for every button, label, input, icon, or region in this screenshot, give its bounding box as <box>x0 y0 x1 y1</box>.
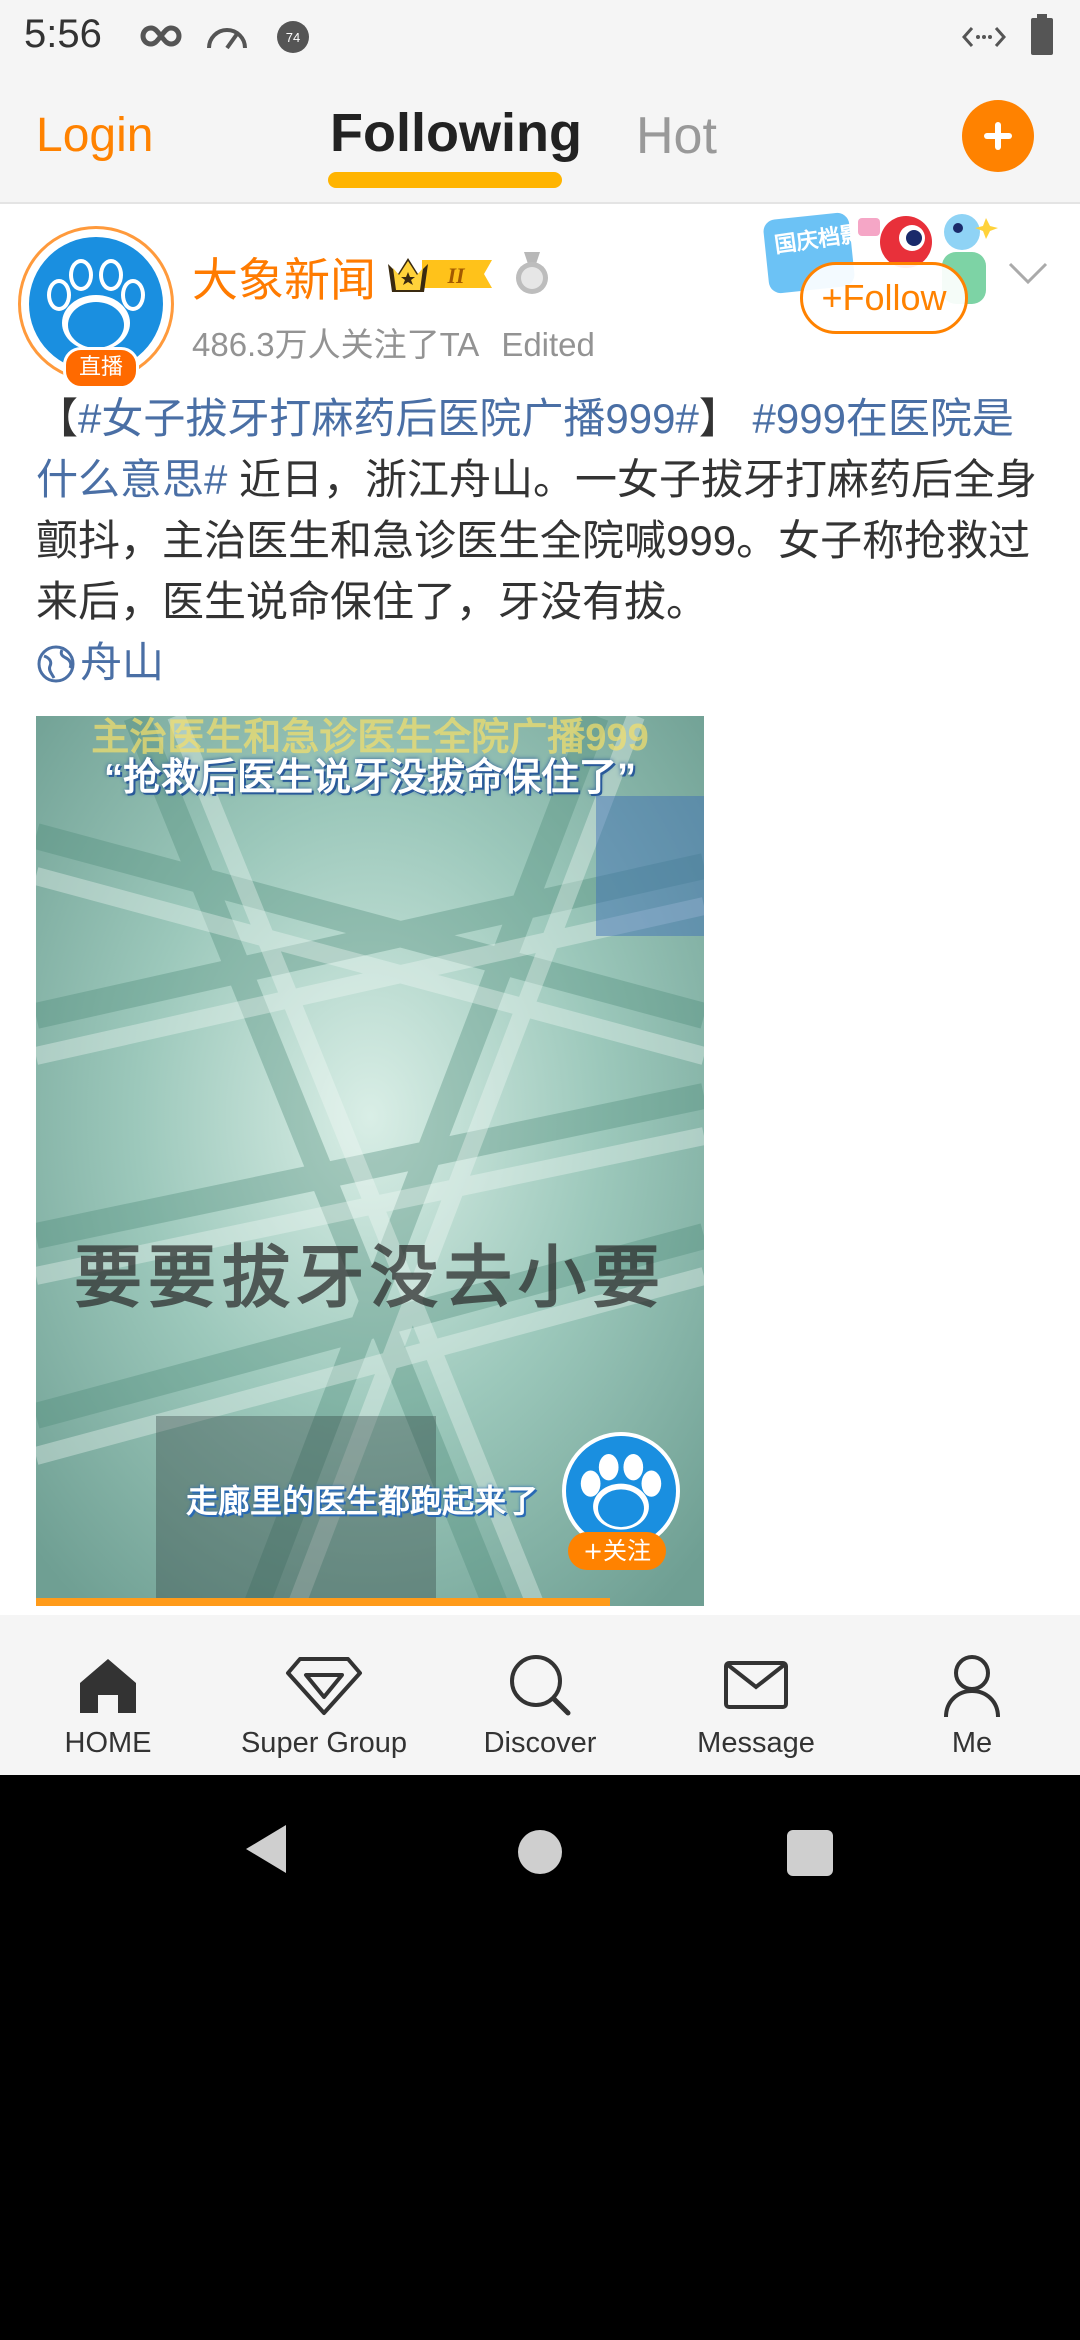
hashtag-link[interactable]: #女子拔牙打麻药后医院广播999# <box>78 395 699 442</box>
edited-label: Edited <box>501 326 595 363</box>
diamond-icon <box>286 1657 362 1715</box>
video-caption-middle: 要要拔牙没去小要 <box>73 1240 666 1316</box>
nav-label: Super Group <box>240 1727 408 1759</box>
status-time: 5:56 <box>24 12 102 56</box>
back-triangle-icon[interactable] <box>244 1823 288 1875</box>
recents-square-button[interactable] <box>787 1830 833 1876</box>
home-circle-button[interactable] <box>518 1830 562 1874</box>
author-meta: 486.3万人关注了TA Edited <box>192 318 595 366</box>
compose-plus-button[interactable] <box>962 100 1034 172</box>
notification-74-icon: 74 <box>277 21 309 53</box>
tab-following[interactable]: Following <box>330 102 582 164</box>
home-icon <box>80 1659 136 1713</box>
nav-label: Me <box>951 1727 993 1759</box>
video-follow-badge[interactable]: +关注 <box>568 1532 666 1570</box>
active-tab-indicator <box>328 172 562 188</box>
svg-text:II: II <box>446 263 466 288</box>
post-content: 【#女子拔牙打麻药后医院广播999#】 #999在医院是什么意思# 近日，浙江舟… <box>36 388 1046 693</box>
speedometer-icon <box>207 28 247 50</box>
app-screen: 5:56 74 Login Following Hot 直播 大象新闻 II 4… <box>0 0 1080 1775</box>
author-avatar[interactable]: 直播 <box>18 226 174 389</box>
video-caption-quote: “抢救后医生说牙没拔命保住了” <box>103 757 636 799</box>
video-player[interactable]: 主治医生和急诊医生全院广播999 “抢救后医生说牙没拔命保住了” 要要拔牙没去小… <box>36 716 704 1606</box>
nav-label: Discover <box>483 1727 597 1759</box>
svg-text:74: 74 <box>286 30 300 45</box>
close-bracket: 】 <box>698 395 741 442</box>
nav-message[interactable]: Message <box>648 1615 864 1775</box>
code-arrows-icon <box>962 27 1006 47</box>
video-progress-bar[interactable] <box>36 1598 611 1606</box>
bottom-navigation: HOME Super Group Discover Message Me <box>0 1615 1080 1775</box>
nav-label: Message <box>697 1727 815 1759</box>
follow-button[interactable]: +Follow <box>800 262 968 334</box>
location-globe-icon <box>37 645 75 683</box>
search-icon <box>510 1655 571 1716</box>
medal-icon <box>516 252 548 294</box>
nav-me[interactable]: Me <box>864 1615 1080 1775</box>
battery-icon <box>1031 14 1053 55</box>
login-link[interactable]: Login <box>36 108 153 163</box>
nav-label: HOME <box>64 1727 152 1759</box>
vip-crown-badge-icon: II <box>388 258 492 292</box>
live-badge: 直播 <box>63 347 139 389</box>
location-link[interactable]: 舟山 <box>36 639 164 686</box>
nav-super-group[interactable]: Super Group <box>216 1615 432 1775</box>
open-bracket: 【 <box>36 395 79 442</box>
status-bar: 5:56 74 <box>0 0 1080 72</box>
nav-home[interactable]: HOME <box>0 1615 216 1775</box>
system-navigation-bar <box>0 1775 1080 1925</box>
person-icon <box>944 1655 1000 1718</box>
author-name[interactable]: 大象新闻 <box>192 244 376 310</box>
mail-icon <box>724 1661 788 1709</box>
tab-hot[interactable]: Hot <box>636 106 717 166</box>
nav-discover[interactable]: Discover <box>432 1615 648 1775</box>
top-header: Login Following Hot <box>0 72 1080 204</box>
chevron-down-icon[interactable] <box>1006 258 1050 288</box>
followers-count: 486.3万人关注了TA <box>192 326 480 363</box>
location-label: 舟山 <box>80 639 165 686</box>
video-caption-bottom: 走廊里的医生都跑起来了 <box>186 1483 539 1519</box>
infinity-icon <box>140 25 182 47</box>
